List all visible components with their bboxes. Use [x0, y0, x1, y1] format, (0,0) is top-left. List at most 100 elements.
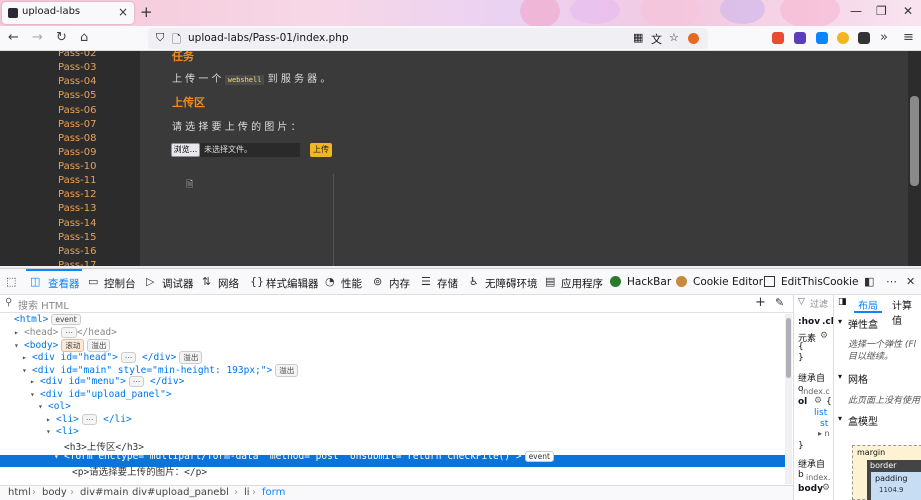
tab-layout[interactable]: 布局	[858, 297, 878, 312]
breadcrumb-item[interactable]: div#upload_panel	[132, 487, 222, 498]
breadcrumb-item[interactable]: ol	[220, 487, 229, 498]
stylesheet-link[interactable]: index.c	[801, 387, 830, 396]
tab-console[interactable]: 控制台	[104, 276, 136, 291]
stylesheet-link[interactable]: index.	[806, 473, 830, 482]
url-text[interactable]: upload-labs/Pass-01/index.php	[188, 32, 349, 44]
menu-item-pass[interactable]: Pass-04	[58, 76, 96, 87]
menu-item-pass[interactable]: Pass-14	[58, 218, 96, 229]
new-tab-icon[interactable]: +	[140, 3, 153, 21]
tree-html[interactable]: <html> event	[14, 314, 81, 325]
url-bar[interactable]: ⛉ 🗋 upload-labs/Pass-01/index.php ▦ 文 ☆	[148, 28, 708, 49]
menu-item-pass[interactable]: Pass-03	[58, 62, 96, 73]
dock-icon[interactable]: ◧	[864, 275, 874, 288]
tab-inspector[interactable]: 查看器	[48, 276, 80, 291]
collapse-arrow-icon[interactable]: ▾	[838, 414, 842, 423]
tab-cookie-editor[interactable]: Cookie Editor	[693, 276, 763, 288]
breadcrumb-item[interactable]: li	[244, 487, 250, 498]
browser-tab[interactable]: upload-labs ×	[2, 2, 134, 24]
menu-item-pass[interactable]: Pass-15	[58, 232, 96, 243]
menu-item-pass[interactable]: Pass-10	[58, 161, 96, 172]
tab-style-editor[interactable]: 样式编辑器	[266, 276, 319, 291]
gear-icon[interactable]: ⚙	[822, 483, 830, 493]
restore-icon[interactable]: ❐	[876, 4, 887, 18]
menu-item-pass[interactable]: Pass-11	[58, 175, 96, 186]
minimize-icon[interactable]: —	[850, 4, 862, 18]
tree-head[interactable]: ▸ <head> ⋯ </head>	[14, 327, 117, 338]
debugger-icon: ▷	[146, 275, 155, 288]
hov-toggle[interactable]: :hov	[798, 317, 820, 327]
rules-filter-input[interactable]: 过滤	[810, 297, 828, 310]
browse-button[interactable]: 浏览...	[171, 143, 200, 157]
flexbox-desc-continued: 目以继续。	[848, 352, 894, 362]
translate-icon[interactable]: 文	[651, 31, 662, 47]
tab-accessibility[interactable]: 无障碍环境	[485, 276, 538, 291]
pick-element-icon[interactable]: ⬚	[6, 275, 16, 288]
extension-icon[interactable]	[858, 32, 870, 44]
tab-application[interactable]: 应用程序	[561, 276, 603, 291]
menu-item-pass[interactable]: Pass-07	[58, 119, 96, 130]
gear-icon[interactable]: ⚙	[814, 396, 822, 406]
shield-icon[interactable]: ⛉	[156, 31, 164, 45]
expand-arrow-icon[interactable]: ▸ n	[818, 429, 830, 438]
eyedropper-icon[interactable]: ✎	[775, 296, 784, 309]
menu-icon[interactable]: ≡	[903, 30, 914, 45]
menu-item-pass[interactable]: Pass-08	[58, 133, 96, 144]
search-input[interactable]: 搜索 HTML	[18, 297, 69, 312]
close-devtools-icon[interactable]: ✕	[906, 275, 915, 288]
breadcrumb-item[interactable]: html	[8, 487, 31, 498]
extension-icon[interactable]	[772, 32, 784, 44]
tree-li-collapsed[interactable]: ▸ <li> ⋯ </li>	[46, 414, 132, 425]
close-tab-icon[interactable]: ×	[118, 5, 128, 19]
add-node-icon[interactable]: +	[755, 295, 766, 310]
extension-icon[interactable]	[837, 32, 849, 44]
menu-item-pass[interactable]: Pass-09	[58, 147, 96, 158]
page-scrollbar-thumb[interactable]	[910, 96, 919, 186]
grid-icon[interactable]: ▦	[633, 31, 643, 44]
tree-li[interactable]: ▾ <li>	[46, 426, 79, 437]
tree-div-upload-panel[interactable]: ▾ <div id="upload_panel">	[30, 389, 172, 400]
tab-performance[interactable]: 性能	[341, 276, 362, 291]
tab-network[interactable]: 网络	[218, 276, 239, 291]
breadcrumb-item[interactable]: form	[262, 487, 285, 498]
tree-ol[interactable]: ▾ <ol>	[38, 401, 71, 412]
tab-hackbar[interactable]: HackBar	[627, 276, 671, 288]
collapse-arrow-icon[interactable]: ▾	[838, 372, 842, 381]
menu-item-pass[interactable]: Pass-12	[58, 189, 96, 200]
tree-p[interactable]: <p>请选择要上传的图片：</p>	[72, 464, 207, 478]
reload-icon[interactable]: ↻	[56, 30, 67, 45]
tab-memory[interactable]: 内存	[389, 276, 410, 291]
menu-item-pass[interactable]: Pass-02	[58, 51, 96, 59]
more-options-icon[interactable]: ⋯	[886, 275, 897, 288]
tab-editthiscookie[interactable]: EditThisCookie	[781, 276, 858, 288]
tab-storage[interactable]: 存储	[437, 276, 458, 291]
page-info-icon[interactable]: 🗋	[172, 31, 181, 50]
upload-button[interactable]: 上传	[310, 143, 332, 157]
extension-icon[interactable]	[794, 32, 806, 44]
bookmark-star-icon[interactable]: ☆	[669, 31, 679, 44]
close-window-icon[interactable]: ✕	[903, 4, 913, 18]
sidebar-toggle-icon[interactable]: ◨	[838, 297, 847, 307]
menu-item-pass[interactable]: Pass-17	[58, 260, 96, 266]
extension-icon[interactable]	[816, 32, 828, 44]
html-panel-scrollbar-thumb[interactable]	[786, 318, 791, 378]
extension-icon[interactable]	[688, 33, 699, 44]
menu-item-pass[interactable]: Pass-16	[58, 246, 96, 257]
home-icon[interactable]: ⌂	[80, 30, 88, 45]
menu-item-pass[interactable]: Pass-13	[58, 203, 96, 214]
tree-div-head[interactable]: ▸ <div id="head"> ⋯ </div> 溢出	[22, 351, 203, 364]
file-input[interactable]: 浏览... 未选择文件。	[171, 143, 300, 157]
menu-item-pass[interactable]: Pass-05	[58, 90, 96, 101]
tree-div-menu[interactable]: ▸ <div id="menu"> ⋯ </div>	[30, 376, 184, 387]
breadcrumb-item[interactable]: body	[42, 487, 67, 498]
gear-icon[interactable]: ⚙	[820, 331, 828, 341]
tab-title: upload-labs	[22, 6, 81, 17]
favicon-icon	[8, 8, 18, 18]
back-icon[interactable]: ←	[8, 30, 19, 45]
overflow-chevron-icon[interactable]: »	[880, 30, 888, 45]
tree-form-selected[interactable]: ▾ <form enctype="multipart/form-data" met…	[54, 451, 554, 462]
collapse-arrow-icon[interactable]: ▾	[838, 317, 842, 326]
tab-debugger[interactable]: 调试器	[162, 276, 194, 291]
menu-item-pass[interactable]: Pass-06	[58, 105, 96, 116]
forward-icon[interactable]: →	[32, 30, 43, 45]
tab-computed[interactable]: 计算值	[892, 297, 921, 327]
